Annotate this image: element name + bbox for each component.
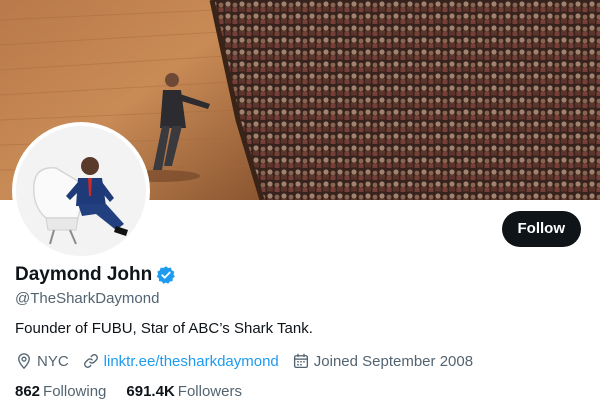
following-count: 862 xyxy=(15,383,41,400)
profile-stats-row: 862 Following 691.4K Followers xyxy=(15,383,262,400)
verified-badge-icon[interactable] xyxy=(156,265,176,285)
calendar-icon xyxy=(292,352,314,370)
profile-bio: Founder of FUBU, Star of ABC’s Shark Tan… xyxy=(15,320,313,337)
website-link[interactable]: linktr.ee/thesharkdaymond xyxy=(104,353,279,370)
followers-stat[interactable]: 691.4K Followers xyxy=(126,383,242,400)
profile-handle: @TheSharkDaymond xyxy=(15,290,160,307)
profile-avatar[interactable] xyxy=(16,126,146,256)
profile-meta-row: NYC linktr.ee/thesharkdaymond Joined Sep… xyxy=(15,352,486,370)
link-icon xyxy=(82,352,104,370)
location-text: NYC xyxy=(37,352,69,370)
follow-button[interactable]: Follow xyxy=(501,211,581,247)
profile-name-row: Daymond John xyxy=(15,264,176,286)
joined-item: Joined September 2008 xyxy=(292,352,473,370)
following-label: Following xyxy=(43,383,107,400)
location-item: NYC xyxy=(15,352,69,370)
joined-date: Joined September 2008 xyxy=(313,352,474,370)
display-name: Daymond John xyxy=(15,264,153,285)
website-item: linktr.ee/thesharkdaymond xyxy=(82,352,279,370)
followers-label: Followers xyxy=(177,383,242,400)
location-pin-icon xyxy=(15,352,37,370)
following-stat[interactable]: 862 Following xyxy=(15,383,106,400)
avatar-container[interactable] xyxy=(12,122,150,260)
followers-count: 691.4K xyxy=(126,383,175,400)
